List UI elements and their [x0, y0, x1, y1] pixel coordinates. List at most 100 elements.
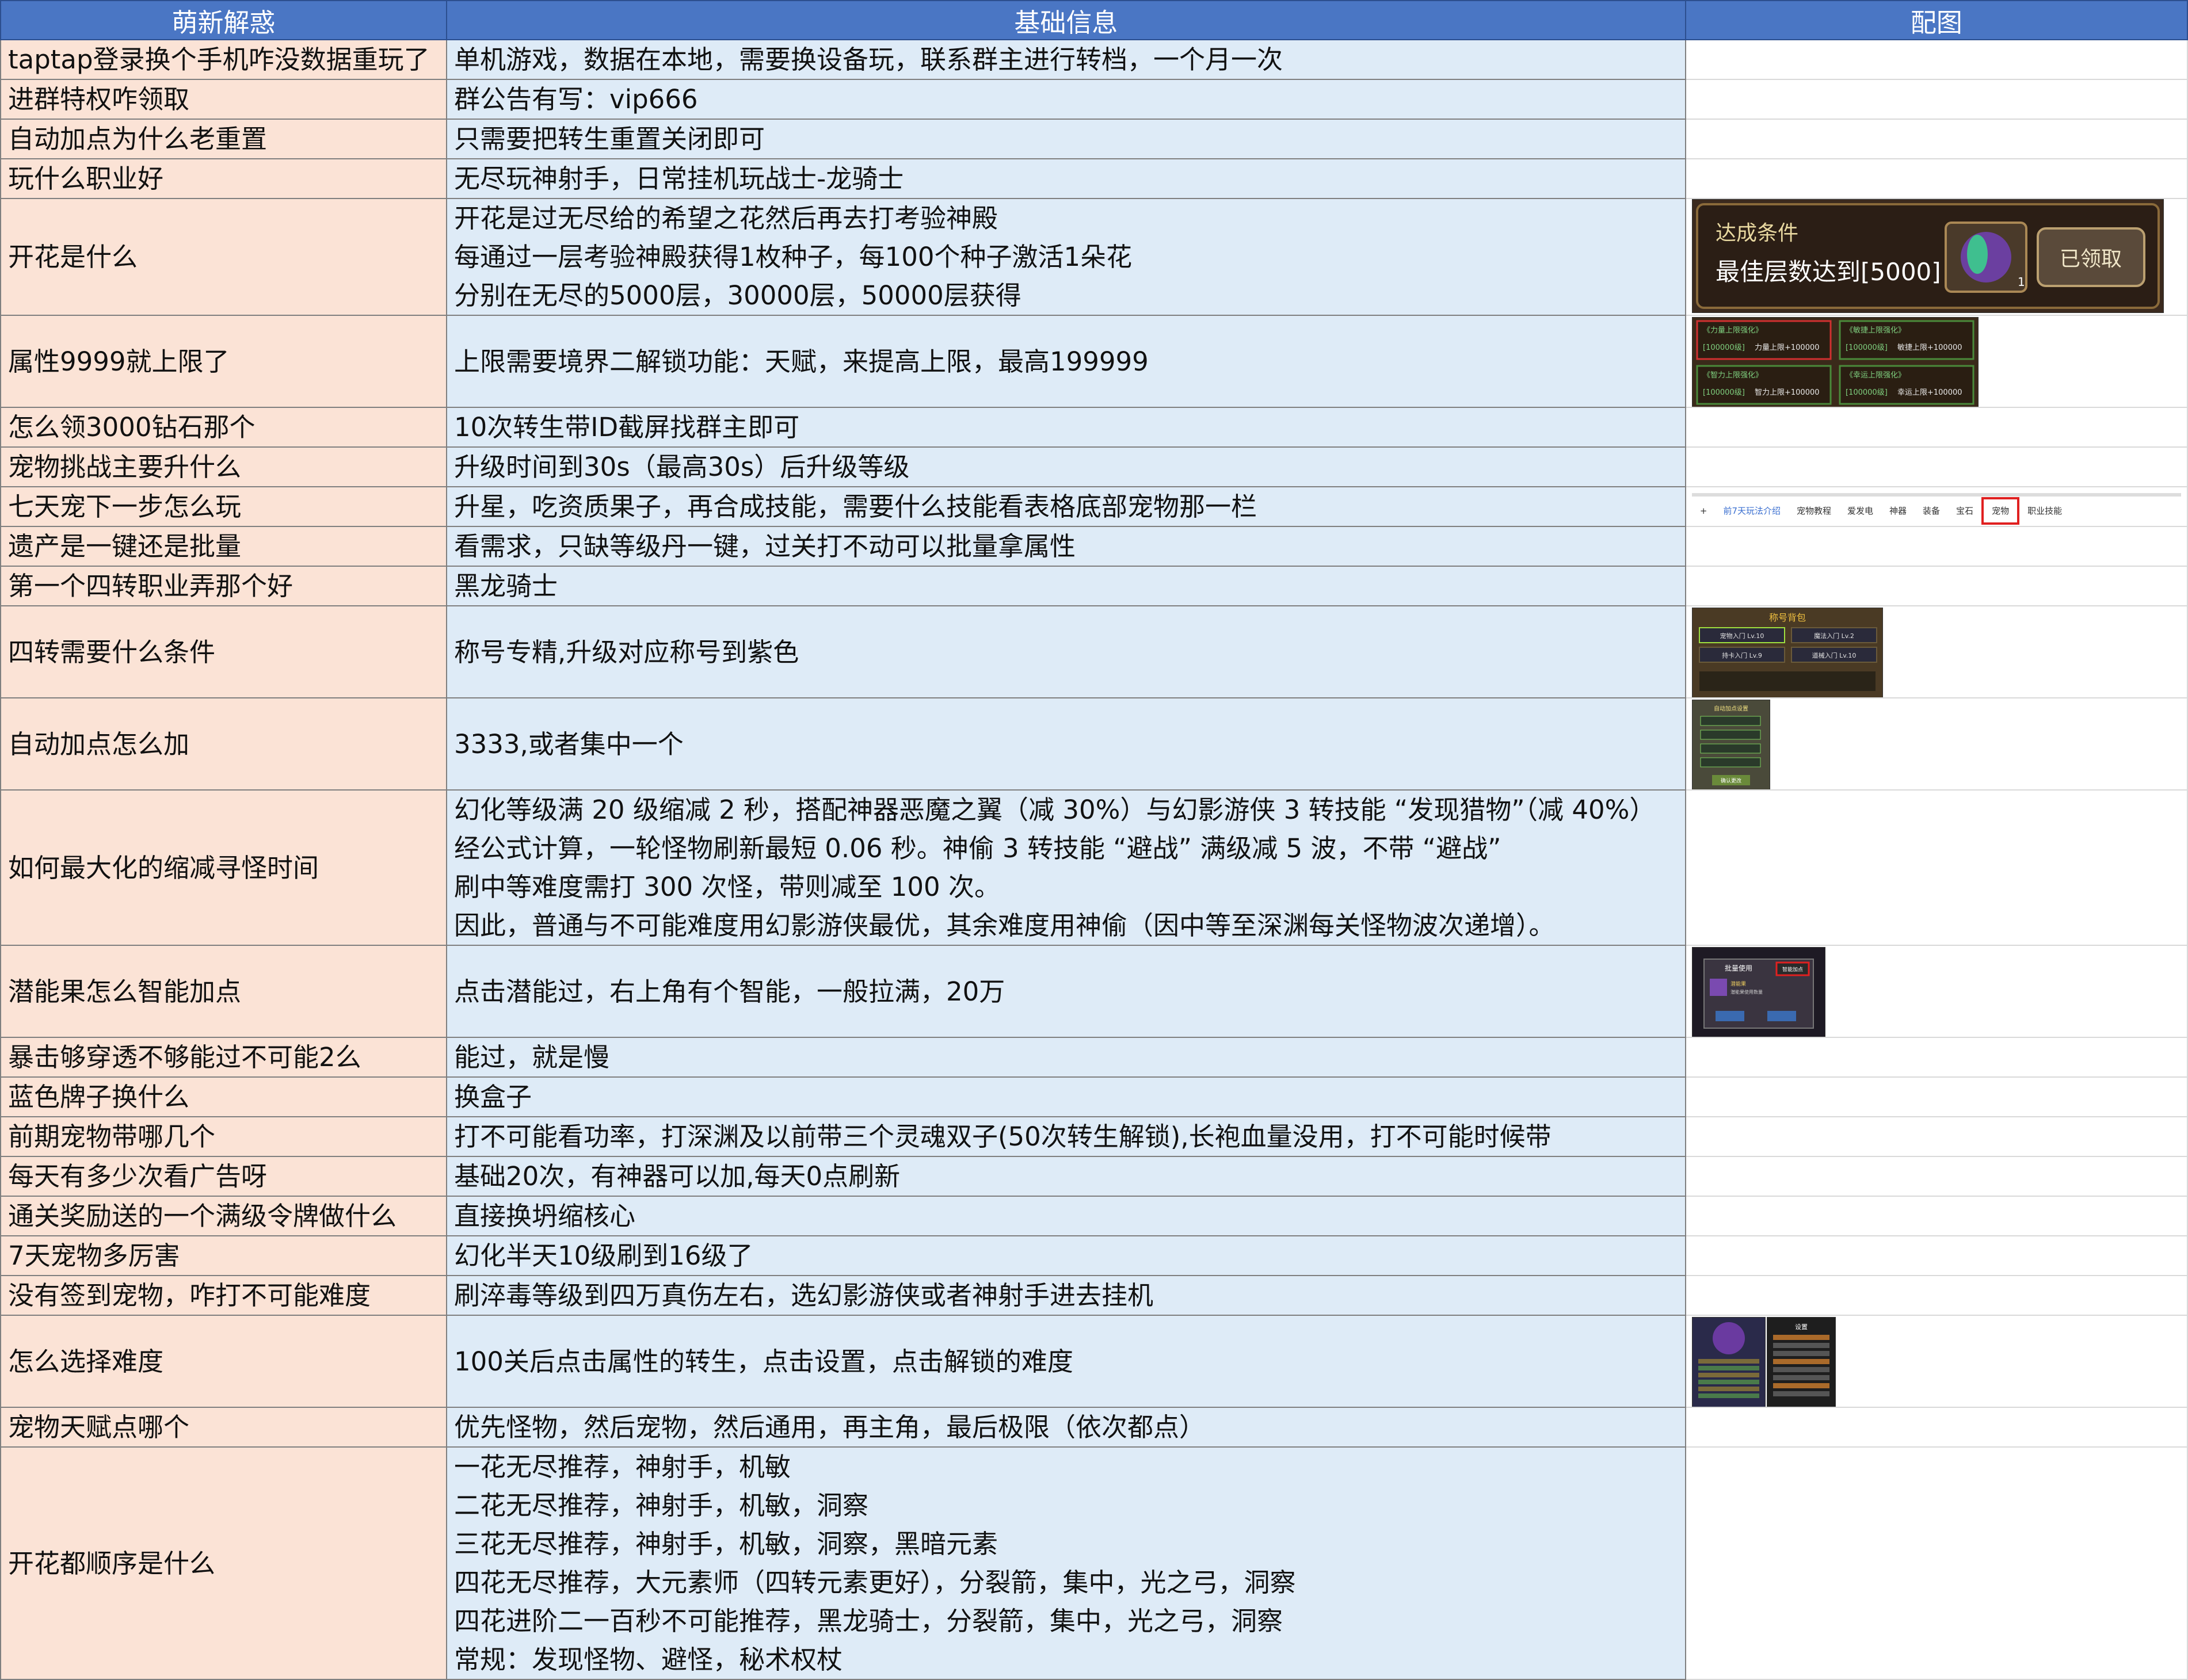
setting-row[interactable]: [1772, 1367, 1829, 1372]
image-cell[interactable]: [1684, 566, 2188, 606]
answer-cell[interactable]: 开花是过无尽给的希望之花然后再去打考验神殿 每通过一层考验神殿获得1枚种子，每10…: [445, 198, 1686, 316]
image-cell[interactable]: [1684, 1037, 2188, 1078]
answer-cell[interactable]: 上限需要境界二解锁功能：天赋，来提高上限，最高199999: [445, 315, 1686, 408]
attr-cap-screenshot[interactable]: 《力量上限强化》 [100000级] 力量上限+100000 《敏捷上限强化》 [100…: [1691, 317, 1979, 406]
sheet-tab[interactable]: 职业技能: [2019, 499, 2070, 522]
answer-cell[interactable]: 看需求，只缺等级丹一键，过关打不动可以批量拿属性: [445, 526, 1686, 567]
setting-row[interactable]: [1772, 1359, 1829, 1364]
question-cell[interactable]: 7天宠物多厉害: [0, 1235, 447, 1276]
answer-cell[interactable]: 10次转生带ID截屏找群主即可: [445, 407, 1686, 448]
question-cell[interactable]: 潜能果怎么智能加点: [0, 945, 447, 1038]
question-cell[interactable]: 开花都顺序是什么: [0, 1446, 447, 1680]
sheet-tab[interactable]: 装备: [1915, 499, 1948, 522]
question-cell[interactable]: 开花是什么: [0, 198, 447, 316]
image-cell[interactable]: [1684, 1116, 2188, 1157]
question-cell[interactable]: 通关奖励送的一个满级令牌做什么: [0, 1196, 447, 1236]
auto-point-screenshot[interactable]: 自动加点设置 确认更改: [1691, 700, 1770, 789]
question-cell[interactable]: 每天有多少次看广告呀: [0, 1156, 447, 1197]
answer-cell[interactable]: 直接换坍缩核心: [445, 1196, 1686, 1236]
question-cell[interactable]: 如何最大化的缩减寻怪时间: [0, 789, 447, 946]
question-cell[interactable]: 暴击够穿透不够能过不可能2么: [0, 1037, 447, 1078]
use-button[interactable]: [1767, 1011, 1796, 1021]
question-cell[interactable]: 四转需要什么条件: [0, 605, 447, 698]
sheet-tab[interactable]: 爱发电: [1839, 499, 1881, 522]
image-cell[interactable]: [1684, 1156, 2188, 1197]
answer-cell[interactable]: 称号专精,升级对应称号到紫色: [445, 605, 1686, 698]
question-cell[interactable]: taptap登录换个手机咋没数据重玩了: [0, 39, 447, 80]
answer-cell[interactable]: 基础20次，有神器可以加,每天0点刷新: [445, 1156, 1686, 1197]
image-cell[interactable]: [1684, 79, 2188, 120]
question-cell[interactable]: 没有签到宠物，咋打不可能难度: [0, 1275, 447, 1316]
answer-cell[interactable]: 100关后点击属性的转生，点击设置，点击解锁的难度: [445, 1315, 1686, 1408]
answer-cell[interactable]: 升级时间到30s（最高30s）后升级等级: [445, 446, 1686, 487]
question-cell[interactable]: 宠物挑战主要升什么: [0, 446, 447, 487]
answer-cell[interactable]: 幻化等级满 20 级缩减 2 秒，搭配神器恶魔之翼（减 30%）与幻影游侠 3 …: [445, 789, 1686, 946]
point-slider[interactable]: [1700, 743, 1761, 754]
image-cell[interactable]: + 前7天玩法介绍 宠物教程 爱发电 神器 装备 宝石 宠物 职业技能: [1684, 486, 2188, 527]
setting-row[interactable]: [1772, 1351, 1829, 1356]
answer-cell[interactable]: 刷淬毒等级到四万真伤左右，选幻影游侠或者神射手进去挂机: [445, 1275, 1686, 1316]
sheet-tab[interactable]: 神器: [1881, 499, 1915, 522]
add-tab-icon[interactable]: +: [1692, 499, 1716, 522]
image-cell[interactable]: 称号背包 宠物入门 Lv.10 魔法入门 Lv.2 持卡入门 Lv.9 道械入门 Lv.…: [1684, 605, 2188, 698]
potential-screenshot[interactable]: 批量使用 智能加点 潜能果 潜能果使用数量: [1691, 947, 1825, 1036]
image-cell[interactable]: [1684, 1076, 2188, 1117]
answer-cell[interactable]: 升星，吃资质果子，再合成技能，需要什么技能看表格底部宠物那一栏: [445, 486, 1686, 527]
answer-cell[interactable]: 换盒子: [445, 1076, 1686, 1117]
answer-cell[interactable]: 3333,或者集中一个: [445, 697, 1686, 791]
image-cell[interactable]: 《力量上限强化》 [100000级] 力量上限+100000 《敏捷上限强化》 [100…: [1684, 315, 2188, 408]
point-slider[interactable]: [1700, 716, 1761, 726]
answer-cell[interactable]: 群公告有写：vip666: [445, 79, 1686, 120]
image-cell[interactable]: [1684, 158, 2188, 199]
header-image[interactable]: 配图: [1684, 0, 2188, 40]
question-cell[interactable]: 蓝色牌子换什么: [0, 1076, 447, 1117]
question-cell[interactable]: 第一个四转职业弄那个好: [0, 566, 447, 606]
point-slider[interactable]: [1700, 730, 1761, 740]
header-answer[interactable]: 基础信息: [445, 0, 1686, 40]
sheet-tab[interactable]: 宠物教程: [1789, 499, 1839, 522]
image-cell[interactable]: 设置: [1684, 1315, 2188, 1408]
image-cell[interactable]: [1684, 526, 2188, 567]
image-cell[interactable]: 批量使用 智能加点 潜能果 潜能果使用数量: [1684, 945, 2188, 1038]
bloom-screenshot[interactable]: 达成条件 最佳层数达到[5000] 1 已领取: [1691, 200, 2164, 313]
point-slider[interactable]: [1700, 757, 1761, 768]
question-cell[interactable]: 玩什么职业好: [0, 158, 447, 199]
image-cell[interactable]: [1684, 1446, 2188, 1680]
question-cell[interactable]: 七天宠下一步怎么玩: [0, 486, 447, 527]
answer-cell[interactable]: 优先怪物，然后宠物，然后通用，再主角，最后极限（依次都点）: [445, 1407, 1686, 1448]
difficulty-screenshot-2[interactable]: 设置: [1766, 1317, 1836, 1406]
image-cell[interactable]: [1684, 39, 2188, 80]
image-cell[interactable]: [1684, 407, 2188, 448]
image-cell[interactable]: [1684, 446, 2188, 487]
setting-row[interactable]: [1772, 1343, 1829, 1348]
setting-row[interactable]: [1772, 1335, 1829, 1340]
image-cell[interactable]: [1684, 1196, 2188, 1236]
difficulty-screenshot-1[interactable]: [1691, 1317, 1766, 1406]
title-bag-screenshot[interactable]: 称号背包 宠物入门 Lv.10 魔法入门 Lv.2 持卡入门 Lv.9 道械入门 Lv.…: [1691, 608, 1883, 697]
question-cell[interactable]: 怎么选择难度: [0, 1315, 447, 1408]
setting-row[interactable]: [1772, 1391, 1829, 1396]
question-cell[interactable]: 进群特权咋领取: [0, 79, 447, 120]
image-cell[interactable]: [1684, 119, 2188, 159]
sheet-tab[interactable]: 宝石: [1948, 499, 1981, 522]
question-cell[interactable]: 怎么领3000钻石那个: [0, 407, 447, 448]
image-cell[interactable]: [1684, 1235, 2188, 1276]
image-cell[interactable]: 达成条件 最佳层数达到[5000] 1 已领取: [1684, 198, 2188, 316]
sheet-tab[interactable]: 前7天玩法介绍: [1715, 499, 1789, 522]
image-cell[interactable]: 自动加点设置 确认更改: [1684, 697, 2188, 791]
question-cell[interactable]: 自动加点怎么加: [0, 697, 447, 791]
setting-row[interactable]: [1772, 1383, 1829, 1388]
image-cell[interactable]: [1684, 789, 2188, 946]
answer-cell[interactable]: 能过，就是慢: [445, 1037, 1686, 1078]
setting-row[interactable]: [1772, 1375, 1829, 1380]
answer-cell[interactable]: 幻化半天10级刷到16级了: [445, 1235, 1686, 1276]
question-cell[interactable]: 宠物天赋点哪个: [0, 1407, 447, 1448]
answer-cell[interactable]: 黑龙骑士: [445, 566, 1686, 606]
sheet-tab[interactable]: 宠物: [1981, 497, 2020, 525]
image-cell[interactable]: [1684, 1275, 2188, 1316]
question-cell[interactable]: 属性9999就上限了: [0, 315, 447, 408]
cancel-button[interactable]: [1715, 1011, 1744, 1021]
answer-cell[interactable]: 单机游戏，数据在本地，需要换设备玩，联系群主进行转档，一个月一次: [445, 39, 1686, 80]
header-question[interactable]: 萌新解惑: [0, 0, 447, 40]
answer-cell[interactable]: 一花无尽推荐，神射手，机敏 二花无尽推荐，神射手，机敏，洞察 三花无尽推荐，神射手，…: [445, 1446, 1686, 1680]
